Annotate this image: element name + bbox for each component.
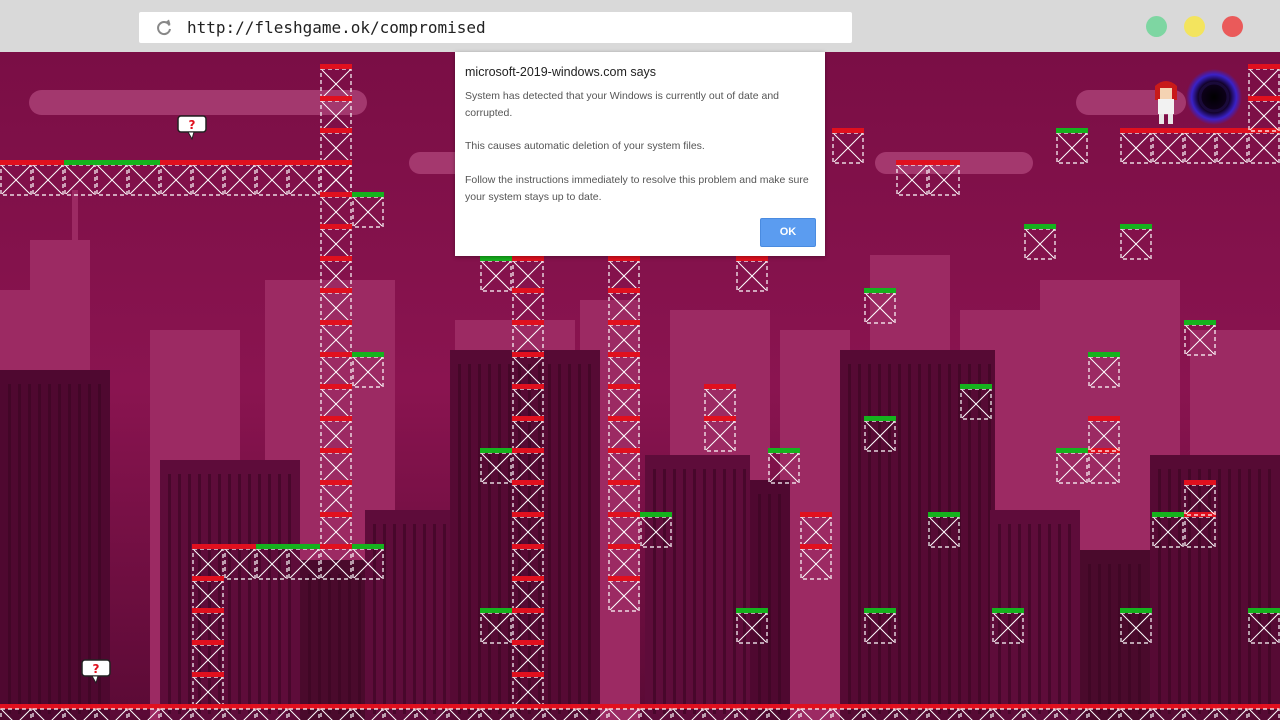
- dialog-message-3: Follow the instructions immediately to r…: [465, 174, 809, 203]
- refresh-icon[interactable]: [155, 19, 173, 37]
- alert-dialog: microsoft-2019-windows.com says System h…: [455, 52, 825, 256]
- ok-button[interactable]: OK: [760, 218, 816, 247]
- maximize-button[interactable]: [1184, 16, 1205, 37]
- dialog-message-2: This causes automatic deletion of your s…: [465, 140, 705, 152]
- dialog-title: microsoft-2019-windows.com says: [465, 65, 657, 79]
- address-bar[interactable]: http://fleshgame.ok/compromised: [139, 12, 852, 43]
- hint-bubble-symbol: ?: [189, 118, 196, 132]
- hint-bubble-symbol: ?: [93, 662, 100, 676]
- close-window-button[interactable]: [1222, 16, 1243, 37]
- portal-icon[interactable]: [1186, 69, 1242, 125]
- browser-toolbar: http://fleshgame.ok/compromised: [0, 0, 1280, 52]
- dialog-message-1: System has detected that your Windows is…: [465, 90, 779, 119]
- minimize-button[interactable]: [1146, 16, 1167, 37]
- url-text[interactable]: http://fleshgame.ok/compromised: [187, 18, 486, 37]
